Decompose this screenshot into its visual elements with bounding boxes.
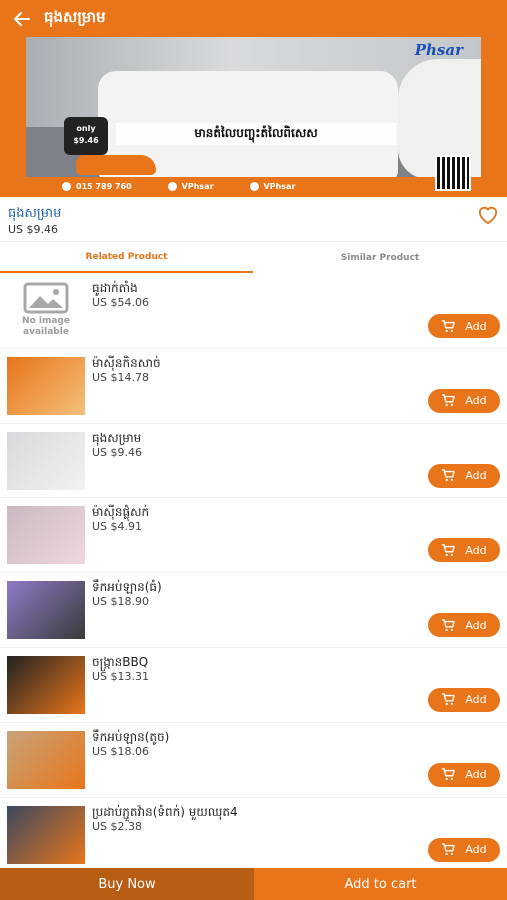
add-button[interactable]: Add [428, 388, 500, 413]
product-item-price: US $9.46 [92, 445, 143, 459]
image-placeholder-icon [23, 282, 69, 314]
instagram-icon [249, 181, 259, 191]
back-button[interactable] [0, 0, 44, 37]
hero-photo: Phsar មានតំលៃបញ្ចុះតំលៃពិសេស only $9.46 … [26, 37, 481, 195]
product-thumbnail [7, 805, 85, 864]
list-item[interactable]: ចង្រ្កានBBQ US $13.31 Add [0, 648, 507, 723]
cart-icon [442, 618, 456, 631]
product-item-price: US $13.31 [92, 669, 150, 683]
add-button[interactable]: Add [428, 463, 500, 488]
list-item[interactable]: ទឹកអប់ឡាន(តូច) US $18.06 Add [0, 723, 507, 798]
tab-related-product[interactable]: Related Product [0, 243, 253, 273]
qr-code [435, 155, 471, 191]
add-button[interactable]: Add [428, 762, 500, 787]
hero-price-badge: only $9.46 [64, 117, 108, 155]
hero-contact-strip: 015 789 760 VPhsar VPhsar [26, 177, 481, 195]
product-thumbnail [7, 730, 85, 789]
product-item-price: US $4.91 [92, 520, 143, 534]
list-item[interactable]: ប្រដាប់ភ្ជួតវ៉ាន(ទំពក់) មួយឈុត4 US $2.38 A… [0, 798, 507, 868]
product-item-price: US $14.78 [92, 370, 150, 384]
product-thumbnail [7, 581, 85, 640]
product-price: US $9.46 [8, 223, 59, 236]
product-item-price: US $18.90 [92, 595, 150, 609]
hero-brand-logo: Phsar [414, 41, 463, 59]
phone-contact: 015 789 760 [62, 181, 132, 191]
heart-icon [478, 206, 498, 225]
list-item[interactable]: ទឹកអប់ឡាន(ធំ) US $18.90 Add [0, 573, 507, 648]
list-item[interactable]: No image available ធូដាក់តាំង US $54.06 Add [0, 274, 507, 349]
cart-icon [442, 394, 456, 407]
product-info: ធុងសម្រាម US $9.46 [0, 197, 507, 242]
add-button[interactable]: Add [428, 837, 500, 862]
bottom-action-bar: Buy Now Add to cart [0, 868, 507, 900]
product-item-price: US $18.06 [92, 744, 150, 758]
hero-banner-text: មានតំលៃបញ្ចុះតំលៃពិសេស [116, 123, 396, 145]
product-thumbnail [7, 431, 85, 490]
cart-icon [442, 319, 456, 332]
list-item[interactable]: ធុងសម្រាម US $9.46 Add [0, 424, 507, 499]
cart-icon [442, 693, 456, 706]
cart-icon [442, 768, 456, 781]
page-title: ធុងសម្រាម [44, 7, 106, 26]
add-to-cart-button[interactable]: Add to cart [254, 868, 507, 900]
favorite-button[interactable] [477, 205, 499, 225]
cart-icon [442, 469, 456, 482]
product-name: ធុងសម្រាម [8, 206, 62, 221]
no-image-placeholder: No image available [7, 282, 85, 346]
app-root: ធុងសម្រាម Phsar មានតំលៃបញ្ចុះតំលៃពិសេស o… [0, 0, 507, 900]
add-button[interactable]: Add [428, 538, 500, 563]
product-thumbnail [7, 506, 85, 565]
product-item-price: US $54.06 [92, 296, 150, 309]
add-button[interactable]: Add [428, 687, 500, 712]
product-thumbnail [7, 356, 85, 415]
instagram-contact: VPhsar [249, 181, 295, 191]
cart-icon [442, 544, 456, 556]
product-list: No image available ធូដាក់តាំង US $54.06 Add… [0, 274, 507, 868]
product-tabs: Related Product Similar Product [0, 243, 507, 273]
product-hero-image: Phsar មានតំលៃបញ្ចុះតំលៃពិសេស only $9.46 … [0, 37, 507, 197]
cart-icon [442, 843, 456, 856]
top-app-bar: ធុងសម្រាម [0, 0, 507, 37]
facebook-contact: VPhsar [167, 181, 214, 191]
list-item[interactable]: ម៉ាស៊ីនកិនសាច់ US $14.78 Add [0, 349, 507, 424]
phone-icon [62, 181, 71, 191]
list-item[interactable]: ម៉ាស៊ីនផ្លុំសក់ US $4.91 Add [0, 498, 507, 574]
facebook-icon [167, 181, 177, 191]
buy-now-button[interactable]: Buy Now [0, 868, 254, 900]
delivery-truck-icon [76, 155, 156, 175]
tab-similar-product[interactable]: Similar Product [253, 243, 507, 273]
arrow-left-icon [14, 11, 30, 26]
add-button[interactable]: Add [428, 314, 500, 338]
add-button[interactable]: Add [428, 613, 500, 638]
product-thumbnail [7, 655, 85, 714]
product-item-price: US $2.38 [92, 819, 143, 833]
